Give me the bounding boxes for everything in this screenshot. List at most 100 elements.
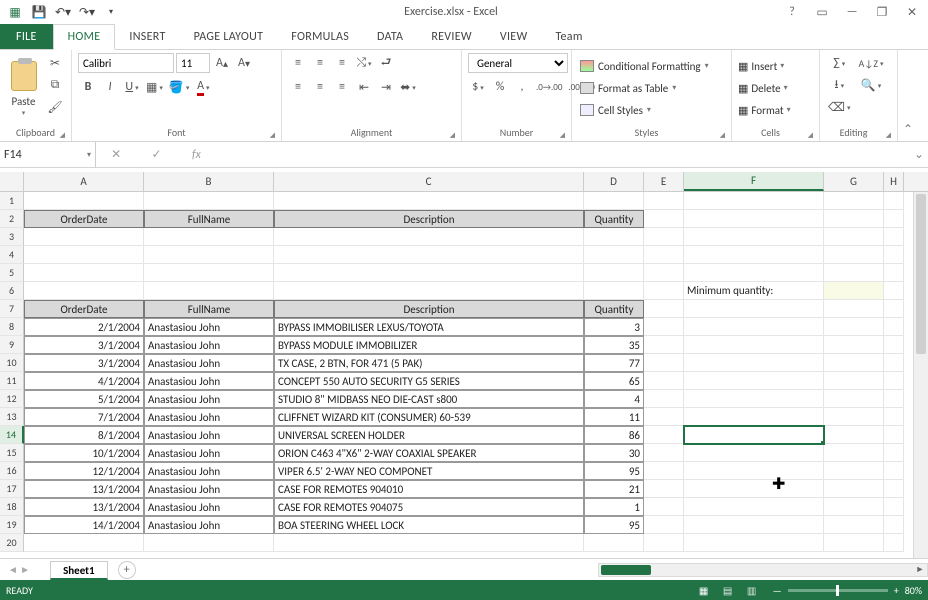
cell[interactable]: Quantity: [584, 210, 644, 228]
cell[interactable]: [884, 390, 904, 408]
cell[interactable]: 8/1/2004: [24, 426, 144, 444]
cell[interactable]: 12/1/2004: [24, 462, 144, 480]
cell[interactable]: FullName: [144, 210, 274, 228]
restore-icon[interactable]: ❐: [870, 2, 894, 22]
row-header[interactable]: 13: [0, 408, 24, 426]
cell[interactable]: [684, 444, 824, 462]
sheet-tab-1[interactable]: Sheet1: [50, 561, 108, 580]
cell[interactable]: [824, 498, 884, 516]
tab-team[interactable]: Team: [541, 24, 596, 49]
cell[interactable]: [684, 534, 824, 552]
select-all-button[interactable]: [0, 172, 24, 191]
sort-filter-icon[interactable]: A↓Z: [856, 53, 885, 73]
cell[interactable]: OrderDate: [24, 300, 144, 318]
cell[interactable]: [644, 408, 684, 426]
cell[interactable]: Anastasiou John: [144, 372, 274, 390]
save-icon[interactable]: 💾: [28, 2, 50, 22]
cell[interactable]: 2/1/2004: [24, 318, 144, 336]
cell[interactable]: [584, 246, 644, 264]
borders-button[interactable]: ▦: [144, 77, 165, 97]
cell[interactable]: [884, 372, 904, 390]
cell[interactable]: [824, 444, 884, 462]
cell[interactable]: CASE FOR REMOTES 904075: [274, 498, 584, 516]
cell[interactable]: [644, 318, 684, 336]
col-H[interactable]: H: [884, 172, 904, 191]
cell[interactable]: Anastasiou John: [144, 516, 274, 534]
excel-icon[interactable]: ▦: [4, 2, 26, 22]
cell[interactable]: [884, 228, 904, 246]
cell[interactable]: TX CASE, 2 BTN, FOR 471 (5 PAK): [274, 354, 584, 372]
page-layout-view-icon[interactable]: ▤: [717, 582, 739, 598]
underline-button[interactable]: U: [122, 77, 142, 97]
cell[interactable]: [684, 192, 824, 210]
cell[interactable]: [884, 354, 904, 372]
cell[interactable]: Anastasiou John: [144, 480, 274, 498]
page-break-view-icon[interactable]: ▥: [741, 582, 763, 598]
cell[interactable]: [824, 372, 884, 390]
cell[interactable]: Description: [274, 300, 584, 318]
cell[interactable]: Description: [274, 210, 584, 228]
cell[interactable]: [644, 354, 684, 372]
cell[interactable]: [824, 210, 884, 228]
help-icon[interactable]: ?: [780, 2, 804, 22]
fx-icon[interactable]: fx: [192, 148, 201, 162]
cell[interactable]: [24, 228, 144, 246]
cell[interactable]: FullName: [144, 300, 274, 318]
cell[interactable]: [884, 210, 904, 228]
cell[interactable]: [644, 480, 684, 498]
cell[interactable]: [644, 282, 684, 300]
number-format-select[interactable]: General: [468, 53, 568, 73]
cell[interactable]: 14/1/2004: [24, 516, 144, 534]
collapse-ribbon-icon[interactable]: ⌃: [898, 50, 918, 141]
cell[interactable]: 4: [584, 390, 644, 408]
tab-home[interactable]: HOME: [53, 24, 116, 50]
align-center-icon[interactable]: ≡: [310, 77, 330, 97]
cell[interactable]: [684, 300, 824, 318]
cell[interactable]: [824, 516, 884, 534]
tab-file[interactable]: FILE: [0, 24, 53, 49]
orientation-icon[interactable]: ⤭: [354, 53, 374, 73]
col-D[interactable]: D: [584, 172, 644, 191]
tab-insert[interactable]: INSERT: [115, 24, 179, 49]
cell[interactable]: VIPER 6.5' 2-WAY NEO COMPONET: [274, 462, 584, 480]
cell[interactable]: OrderDate: [24, 210, 144, 228]
row-header[interactable]: 2: [0, 210, 24, 228]
cell[interactable]: Anastasiou John: [144, 462, 274, 480]
cell[interactable]: [274, 534, 584, 552]
col-G[interactable]: G: [824, 172, 884, 191]
format-as-table-button[interactable]: Format as Table ▾: [578, 78, 678, 98]
cell-styles-button[interactable]: Cell Styles ▾: [578, 100, 653, 120]
cell[interactable]: [274, 264, 584, 282]
cell[interactable]: 7/1/2004: [24, 408, 144, 426]
enter-formula-icon[interactable]: ✓: [152, 147, 162, 162]
tab-review[interactable]: REVIEW: [417, 24, 486, 49]
cell[interactable]: [884, 336, 904, 354]
row-header[interactable]: 15: [0, 444, 24, 462]
row-header[interactable]: 12: [0, 390, 24, 408]
cut-icon[interactable]: ✂: [45, 53, 65, 73]
cell[interactable]: [644, 372, 684, 390]
cell[interactable]: [274, 246, 584, 264]
cell-active[interactable]: [684, 426, 824, 444]
tab-page-layout[interactable]: PAGE LAYOUT: [180, 24, 278, 49]
cell[interactable]: [684, 264, 824, 282]
cell[interactable]: [684, 498, 824, 516]
formula-input[interactable]: [216, 142, 910, 167]
cell[interactable]: [684, 246, 824, 264]
cell[interactable]: [274, 192, 584, 210]
conditional-formatting-button[interactable]: Conditional Formatting ▾: [578, 56, 711, 76]
row-header[interactable]: 9: [0, 336, 24, 354]
cell[interactable]: [884, 246, 904, 264]
bold-button[interactable]: B: [78, 77, 98, 97]
cell[interactable]: Anastasiou John: [144, 390, 274, 408]
cell[interactable]: STUDIO 8" MIDBASS NEO DIE-CAST s800: [274, 390, 584, 408]
cell[interactable]: [24, 282, 144, 300]
autosum-icon[interactable]: ∑: [826, 53, 852, 73]
fill-color-button[interactable]: 🪣: [167, 77, 191, 97]
tab-formulas[interactable]: FORMULAS: [277, 24, 363, 49]
cell[interactable]: CASE FOR REMOTES 904010: [274, 480, 584, 498]
cell[interactable]: [824, 426, 884, 444]
cell[interactable]: 4/1/2004: [24, 372, 144, 390]
cell[interactable]: [644, 534, 684, 552]
percent-format-icon[interactable]: %: [490, 77, 510, 97]
